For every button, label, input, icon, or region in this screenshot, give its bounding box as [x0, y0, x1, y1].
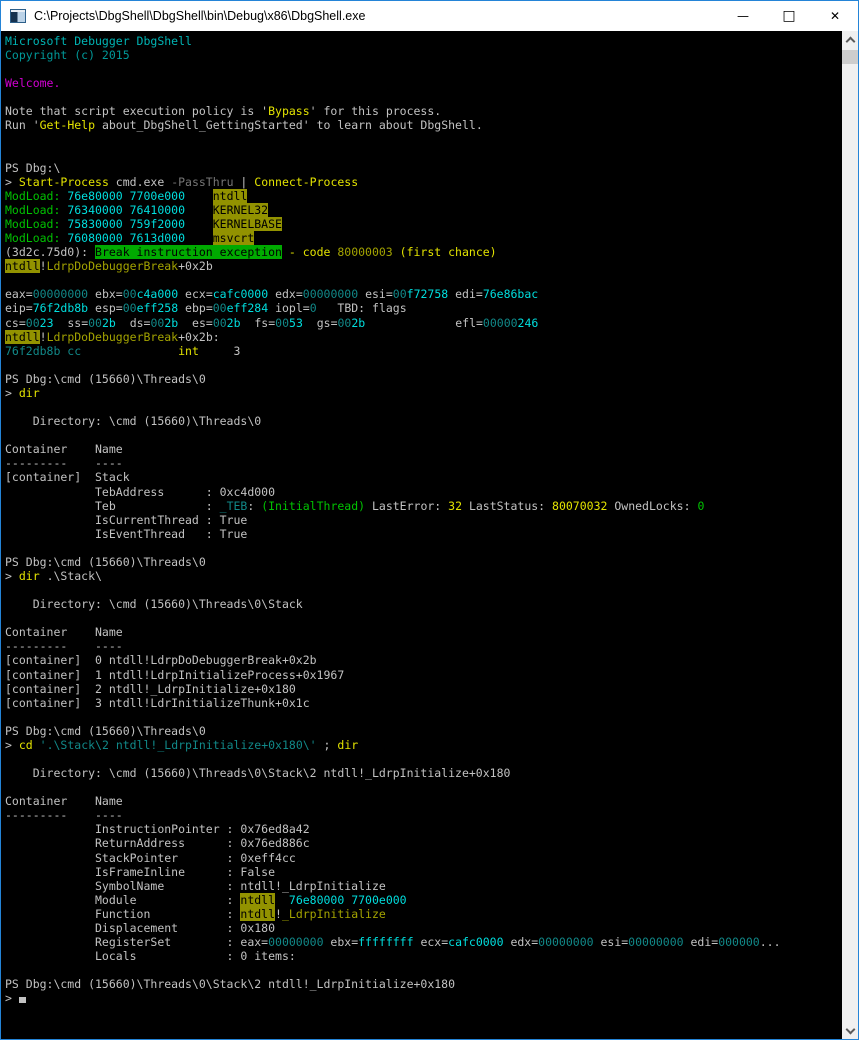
console-line: Container Name — [5, 442, 842, 456]
console-line: ntdll!LdrpDoDebuggerBreak+0x2b: — [5, 330, 842, 344]
console-line — [5, 133, 842, 147]
scrollbar-thumb[interactable] — [842, 50, 858, 64]
window-controls: — □ ✕ — [720, 1, 858, 31]
console-app-icon — [10, 9, 26, 23]
console-line: cs=0023 ss=002b ds=002b es=002b fs=0053 … — [5, 316, 842, 330]
console-line — [5, 710, 842, 724]
console-line: PS Dbg:\cmd (15660)\Threads\0\Stack\2 nt… — [5, 977, 842, 991]
console-line — [5, 611, 842, 625]
console-line: ModLoad: 76e80000 7700e000 ntdll — [5, 189, 842, 203]
console-line: Teb : _TEB: (InitialThread) LastError: 3… — [5, 499, 842, 513]
console-line: > Start-Process cmd.exe -PassThru | Conn… — [5, 175, 842, 189]
console-line: > — [5, 991, 842, 1005]
console-line: ntdll!LdrpDoDebuggerBreak+0x2b — [5, 259, 842, 273]
console-line: RegisterSet : eax=00000000 ebx=ffffffff … — [5, 935, 842, 949]
console-line: StackPointer : 0xeff4cc — [5, 851, 842, 865]
console-line: Directory: \cmd (15660)\Threads\0 — [5, 414, 842, 428]
console-line: eip=76f2db8b esp=00eff258 ebp=00eff284 i… — [5, 301, 842, 315]
console-line — [5, 428, 842, 442]
console-line — [5, 963, 842, 977]
window-title: C:\Projects\DbgShell\DbgShell\bin\Debug\… — [34, 9, 720, 23]
console-line: IsEventThread : True — [5, 527, 842, 541]
console-line — [5, 583, 842, 597]
console-line: Directory: \cmd (15660)\Threads\0\Stack\… — [5, 766, 842, 780]
console-line — [5, 147, 842, 161]
console-line: --------- ---- — [5, 808, 842, 822]
console-line: Container Name — [5, 625, 842, 639]
console-line: ModLoad: 76080000 7613d000 msvcrt — [5, 231, 842, 245]
console-output[interactable]: Microsoft Debugger DbgShellCopyright (c)… — [1, 31, 842, 1039]
console-line: Container Name — [5, 794, 842, 808]
text-cursor — [19, 997, 26, 1003]
console-line: SymbolName : ntdll!_LdrpInitialize — [5, 879, 842, 893]
console-line: eax=00000000 ebx=00c4a000 ecx=cafc0000 e… — [5, 287, 842, 301]
console-line: ReturnAddress : 0x76ed886c — [5, 836, 842, 850]
title-bar[interactable]: C:\Projects\DbgShell\DbgShell\bin\Debug\… — [1, 1, 858, 31]
scrollbar[interactable] — [842, 31, 858, 1039]
console-line: [container] 1 ntdll!LdrpInitializeProces… — [5, 668, 842, 682]
console-line: Locals : 0 items: — [5, 949, 842, 963]
console-line — [5, 780, 842, 794]
console-line: Displacement : 0x180 — [5, 921, 842, 935]
chevron-up-icon — [845, 36, 855, 46]
console-line: Function : ntdll!_LdrpInitialize — [5, 907, 842, 921]
console-line — [5, 541, 842, 555]
maximize-button[interactable]: □ — [766, 1, 812, 31]
scrollbar-up-button[interactable] — [842, 31, 858, 48]
console-line: PS Dbg:\ — [5, 161, 842, 175]
console-line: > cd '.\Stack\2 ntdll!_LdrpInitialize+0x… — [5, 738, 842, 752]
console-line: Module : ntdll 76e80000 7700e000 — [5, 893, 842, 907]
console-line: PS Dbg:\cmd (15660)\Threads\0 — [5, 372, 842, 386]
console-line: 76f2db8b cc int 3 — [5, 344, 842, 358]
console-line — [5, 400, 842, 414]
console-line: Note that script execution policy is 'By… — [5, 104, 842, 118]
console-line — [5, 273, 842, 287]
minimize-button[interactable]: — — [720, 1, 766, 31]
console-line — [5, 358, 842, 372]
console-line: (3d2c.75d0): Break instruction exception… — [5, 245, 842, 259]
console-line: Copyright (c) 2015 — [5, 48, 842, 62]
console-line: > dir — [5, 386, 842, 400]
console-line: ModLoad: 75830000 759f2000 KERNELBASE — [5, 217, 842, 231]
console-line: --------- ---- — [5, 639, 842, 653]
console-line: IsFrameInline : False — [5, 865, 842, 879]
console-line: Run 'Get-Help about_DbgShell_GettingStar… — [5, 118, 842, 132]
console-line: InstructionPointer : 0x76ed8a42 — [5, 822, 842, 836]
console-line — [5, 62, 842, 76]
console-line: PS Dbg:\cmd (15660)\Threads\0 — [5, 555, 842, 569]
console-line: ModLoad: 76340000 76410000 KERNEL32 — [5, 203, 842, 217]
console-line: [container] Stack — [5, 470, 842, 484]
console-line — [5, 752, 842, 766]
console-line: [container] 2 ntdll!_LdrpInitialize+0x18… — [5, 682, 842, 696]
scrollbar-down-button[interactable] — [842, 1022, 858, 1039]
console-line: Welcome. — [5, 76, 842, 90]
console-line: --------- ---- — [5, 456, 842, 470]
console-line — [5, 90, 842, 104]
console-line: IsCurrentThread : True — [5, 513, 842, 527]
dbgshell-window: C:\Projects\DbgShell\DbgShell\bin\Debug\… — [0, 0, 859, 1040]
console-line: Directory: \cmd (15660)\Threads\0\Stack — [5, 597, 842, 611]
close-button[interactable]: ✕ — [812, 1, 858, 31]
console-line: Microsoft Debugger DbgShell — [5, 34, 842, 48]
console-line: TebAddress : 0xc4d000 — [5, 485, 842, 499]
console-line: [container] 0 ntdll!LdrpDoDebuggerBreak+… — [5, 653, 842, 667]
console-line: PS Dbg:\cmd (15660)\Threads\0 — [5, 724, 842, 738]
chevron-down-icon — [845, 1024, 855, 1034]
console-line: [container] 3 ntdll!LdrInitializeThunk+0… — [5, 696, 842, 710]
console-line: > dir .\Stack\ — [5, 569, 842, 583]
